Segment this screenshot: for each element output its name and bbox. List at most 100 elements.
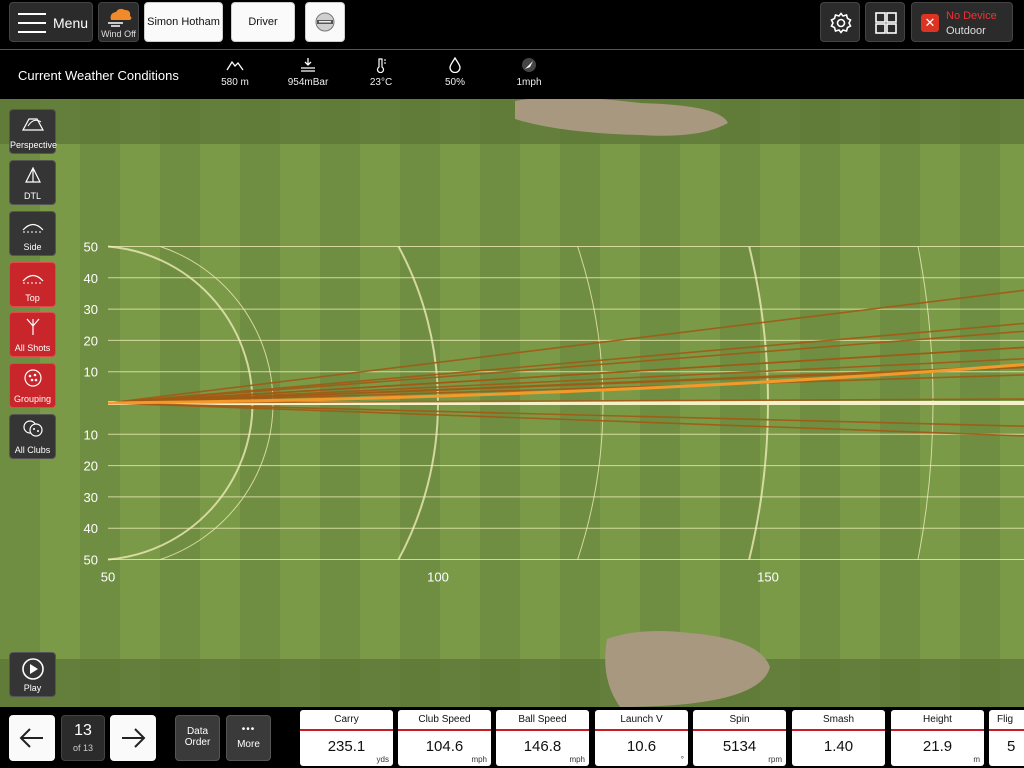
play-label: Play bbox=[23, 683, 42, 693]
clubs-icon bbox=[22, 420, 43, 437]
stat-label: Flig bbox=[997, 714, 1014, 725]
ball-button[interactable] bbox=[305, 2, 345, 42]
previous-shot-button[interactable] bbox=[9, 715, 55, 761]
perspective-icon bbox=[21, 118, 44, 131]
all-shots-button[interactable]: All Shots bbox=[9, 312, 56, 357]
stat-tile-launch-v[interactable]: Launch V 10.6 ° bbox=[595, 710, 688, 766]
grid-icon bbox=[875, 12, 897, 34]
wind-cloud-icon bbox=[108, 8, 132, 27]
top-bar: Menu Wind Off Simon Hotham Driver ✕ No D… bbox=[0, 0, 1024, 50]
dtl-label: DTL bbox=[23, 191, 41, 201]
player-button[interactable]: Simon Hotham bbox=[144, 2, 223, 42]
wind-label: Wind Off bbox=[101, 29, 136, 39]
stat-divider bbox=[300, 729, 393, 731]
stat-label: Club Speed bbox=[418, 714, 471, 725]
stat-tile-height[interactable]: Height 21.9 m bbox=[891, 710, 984, 766]
tracer-icon bbox=[26, 318, 39, 335]
stat-tile-carry[interactable]: Carry 235.1 yds bbox=[300, 710, 393, 766]
layout-grid-button[interactable] bbox=[865, 2, 905, 42]
stat-value: 5 bbox=[1007, 738, 1016, 755]
side-view-button[interactable]: Side bbox=[9, 211, 56, 256]
data-order-button[interactable]: Data Order bbox=[175, 715, 220, 761]
y-tick-label: 30 bbox=[84, 302, 98, 317]
stat-divider bbox=[398, 729, 491, 731]
grouping-button[interactable]: Grouping bbox=[9, 363, 56, 408]
humidity-drop-icon bbox=[449, 57, 461, 73]
all-clubs-button[interactable]: All Clubs bbox=[9, 414, 56, 459]
shot-total: of 13 bbox=[72, 743, 94, 753]
stat-value: 5134 bbox=[722, 738, 757, 755]
data-order-line1: Data bbox=[186, 726, 209, 737]
app-window: Menu Wind Off Simon Hotham Driver ✕ No D… bbox=[0, 0, 1024, 768]
top-label: Top bbox=[25, 293, 40, 303]
stat-divider bbox=[496, 729, 589, 731]
x-tick-label: 100 bbox=[427, 570, 449, 585]
rough-top bbox=[0, 99, 1024, 144]
hamburger-icon bbox=[18, 13, 46, 33]
arrow-left-icon bbox=[19, 728, 43, 748]
x-tick-label: 150 bbox=[757, 570, 779, 585]
perspective-view-button[interactable]: Perspective bbox=[9, 109, 57, 154]
stat-label: Launch V bbox=[620, 714, 663, 725]
temperature-readout: 23°C bbox=[351, 57, 411, 88]
stat-label: Ball Speed bbox=[518, 714, 567, 725]
shot-counter: 13 of 13 bbox=[61, 715, 105, 761]
stat-tile-spin[interactable]: Spin 5134 rpm bbox=[693, 710, 786, 766]
device-mode: Outdoor bbox=[946, 25, 986, 37]
stat-value: 146.8 bbox=[523, 738, 562, 755]
device-status-button[interactable]: ✕ No Device Outdoor bbox=[911, 2, 1013, 42]
stat-unit: rpm bbox=[768, 755, 782, 764]
shot-chart: 5040302010102030405050100150200250 bbox=[0, 99, 1024, 707]
more-label: More bbox=[237, 739, 260, 750]
settings-button[interactable] bbox=[820, 2, 860, 42]
altitude-icon bbox=[226, 60, 244, 71]
all-shots-label: All Shots bbox=[14, 343, 51, 353]
altitude-value: 580 m bbox=[221, 77, 249, 88]
stat-label: Carry bbox=[334, 714, 359, 725]
y-tick-label: 30 bbox=[84, 490, 98, 505]
stat-value: 1.40 bbox=[823, 738, 854, 755]
y-tick-label: 20 bbox=[84, 333, 98, 348]
menu-button[interactable]: Menu bbox=[9, 2, 93, 42]
top-view-icon bbox=[22, 274, 43, 284]
wind-toggle-button[interactable]: Wind Off bbox=[98, 2, 139, 42]
y-tick-label: 10 bbox=[84, 365, 98, 380]
stat-value: 10.6 bbox=[626, 738, 657, 755]
shot-chart-field: 5040302010102030405050100150200250 bbox=[0, 99, 1024, 707]
stat-unit: m bbox=[973, 755, 980, 764]
y-tick-label: 40 bbox=[84, 521, 98, 536]
top-view-button[interactable]: Top bbox=[9, 262, 56, 307]
gear-icon bbox=[830, 12, 852, 34]
stat-unit: mph bbox=[569, 755, 585, 764]
stat-tile-smash[interactable]: Smash 1.40 bbox=[792, 710, 885, 766]
wind-readout: 1mph bbox=[499, 57, 559, 88]
device-status: No Device bbox=[946, 10, 997, 22]
stat-label: Spin bbox=[729, 714, 750, 725]
humidity-readout: 50% bbox=[425, 57, 485, 88]
all-clubs-label: All Clubs bbox=[14, 445, 51, 455]
bottom-bar: 13 of 13 Data Order ••• More Carry 235.1… bbox=[0, 707, 1024, 768]
pressure-icon bbox=[301, 58, 315, 72]
stat-unit: mph bbox=[471, 755, 487, 764]
stat-unit: ° bbox=[680, 755, 684, 764]
stat-tile-ball-speed[interactable]: Ball Speed 146.8 mph bbox=[496, 710, 589, 766]
weather-title: Current Weather Conditions bbox=[18, 68, 179, 83]
data-order-line2: Order bbox=[184, 737, 211, 748]
y-tick-label: 50 bbox=[84, 240, 98, 255]
more-button[interactable]: ••• More bbox=[226, 715, 271, 761]
y-tick-label: 20 bbox=[84, 459, 98, 474]
wind-value: 1mph bbox=[516, 77, 542, 88]
play-button[interactable]: Play bbox=[9, 652, 56, 697]
stat-value: 235.1 bbox=[327, 738, 366, 755]
y-tick-label: 50 bbox=[84, 553, 98, 568]
shot-number: 13 bbox=[74, 722, 92, 739]
side-label: Side bbox=[23, 242, 42, 252]
next-shot-button[interactable] bbox=[110, 715, 156, 761]
stat-divider bbox=[891, 729, 984, 731]
club-button[interactable]: Driver bbox=[231, 2, 295, 42]
stat-tile-club-speed[interactable]: Club Speed 104.6 mph bbox=[398, 710, 491, 766]
dtl-view-button[interactable]: DTL bbox=[9, 160, 56, 205]
play-icon bbox=[21, 658, 44, 680]
stat-tile-flight[interactable]: Flig 5 bbox=[989, 710, 1024, 766]
menu-label: Menu bbox=[53, 15, 89, 31]
